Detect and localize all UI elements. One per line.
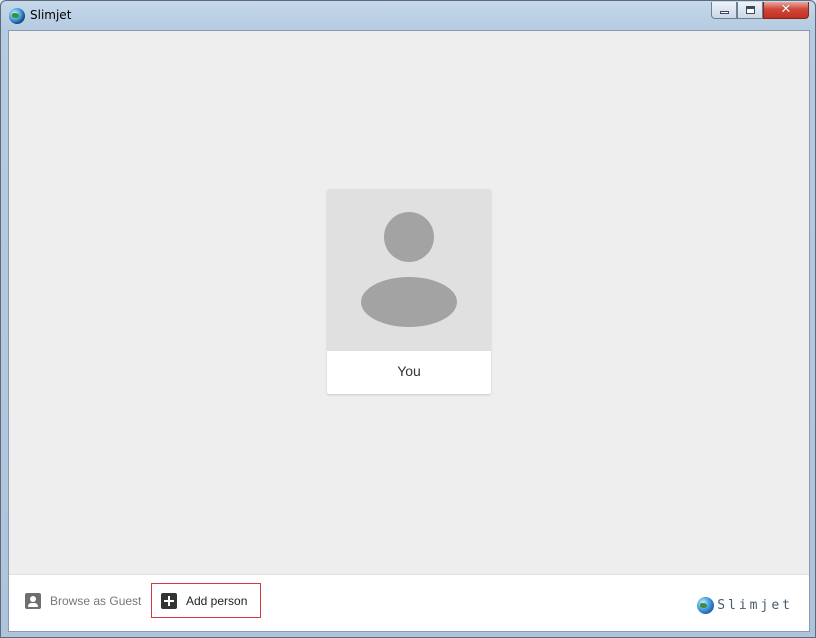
slimjet-globe-icon [697,596,715,614]
default-person-avatar-icon [361,212,457,327]
window-controls: ✕ [711,2,809,19]
profile-card-you[interactable]: You [327,189,491,394]
maximize-button[interactable] [737,2,763,19]
avatar [327,189,491,351]
browse-as-guest-button[interactable]: Browse as Guest [17,583,149,618]
close-icon: ✕ [780,2,792,17]
plus-box-icon [161,592,177,609]
browse-as-guest-label: Browse as Guest [50,593,142,608]
add-person-label: Add person [186,593,248,608]
brand-text: Slimjet [717,597,793,613]
profile-name: You [397,363,421,379]
profile-manager: You Browse as Guest Add person Slimjet [8,30,810,632]
app-window: Slimjet ✕ You Browse as Guest Add person… [0,0,816,638]
guest-person-icon [25,592,41,609]
title-bar[interactable]: Slimjet ✕ [1,1,815,30]
minimize-icon [720,11,729,14]
window-title: Slimjet [30,8,72,22]
slimjet-globe-icon [9,8,25,24]
minimize-button[interactable] [711,2,737,19]
close-button[interactable]: ✕ [763,2,809,19]
add-person-button[interactable]: Add person [151,583,261,618]
footer-bar: Browse as Guest Add person Slimjet [9,574,809,631]
maximize-icon [746,6,755,14]
slimjet-logo: Slimjet [697,595,793,615]
